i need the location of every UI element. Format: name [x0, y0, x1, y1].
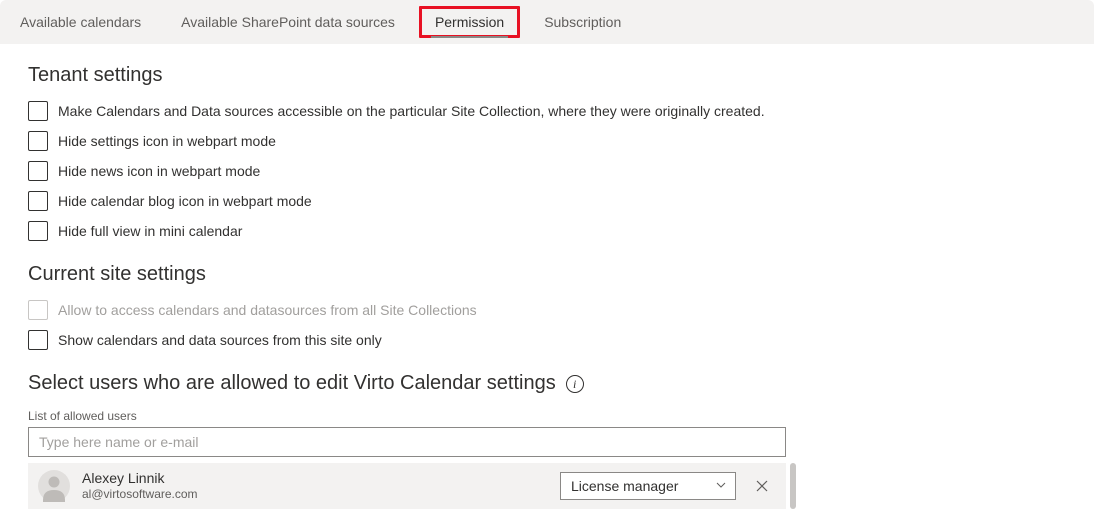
highlight-box	[419, 6, 520, 38]
editors-heading-text: Select users who are allowed to edit Vir…	[28, 372, 556, 395]
role-select[interactable]: License manager	[560, 472, 736, 500]
checkbox-row-hide-blog: Hide calendar blog icon in webpart mode	[28, 191, 1066, 211]
checkbox-hide-news[interactable]	[28, 161, 48, 181]
checkbox-row-hide-fullview: Hide full view in mini calendar	[28, 221, 1066, 241]
checkbox-row-allow-all: Allow to access calendars and datasource…	[28, 300, 1066, 320]
user-row: Alexey Linnik al@virtosoftware.com Licen…	[28, 463, 786, 509]
checkbox-row-this-site-only: Show calendars and data sources from thi…	[28, 330, 1066, 350]
checkbox-row-site-collection: Make Calendars and Data sources accessib…	[28, 101, 1066, 121]
info-icon[interactable]: i	[566, 375, 584, 393]
checkbox-hide-settings[interactable]	[28, 131, 48, 151]
checkbox-label: Hide calendar blog icon in webpart mode	[58, 193, 312, 209]
tab-bar: Available calendars Available SharePoint…	[0, 0, 1094, 44]
content-area: Tenant settings Make Calendars and Data …	[0, 44, 1094, 519]
editors-heading: Select users who are allowed to edit Vir…	[28, 372, 1066, 395]
tab-available-calendars[interactable]: Available calendars	[16, 4, 145, 40]
user-list: Alexey Linnik al@virtosoftware.com Licen…	[28, 463, 786, 509]
checkbox-row-hide-news: Hide news icon in webpart mode	[28, 161, 1066, 181]
checkbox-label: Make Calendars and Data sources accessib…	[58, 103, 765, 119]
tab-permission[interactable]: Permission	[431, 4, 508, 40]
role-value: License manager	[571, 478, 678, 494]
checkbox-label: Allow to access calendars and datasource…	[58, 302, 477, 318]
user-email: al@virtosoftware.com	[82, 487, 548, 503]
checkbox-label: Hide settings icon in webpart mode	[58, 133, 276, 149]
user-name: Alexey Linnik	[82, 469, 548, 487]
checkbox-row-hide-settings: Hide settings icon in webpart mode	[28, 131, 1066, 151]
avatar	[38, 470, 70, 502]
checkbox-site-collection[interactable]	[28, 101, 48, 121]
remove-user-button[interactable]	[748, 472, 776, 500]
tenant-settings-heading: Tenant settings	[28, 64, 1066, 87]
user-info: Alexey Linnik al@virtosoftware.com	[82, 469, 548, 503]
user-search-input[interactable]	[28, 427, 786, 457]
checkbox-label: Hide full view in mini calendar	[58, 223, 242, 239]
checkbox-hide-fullview[interactable]	[28, 221, 48, 241]
checkbox-this-site-only[interactable]	[28, 330, 48, 350]
chevron-down-icon	[715, 478, 727, 494]
tab-available-datasources[interactable]: Available SharePoint data sources	[177, 4, 399, 40]
checkbox-label: Hide news icon in webpart mode	[58, 163, 260, 179]
checkbox-allow-all	[28, 300, 48, 320]
current-site-settings-heading: Current site settings	[28, 263, 1066, 286]
person-icon	[38, 470, 70, 502]
tab-subscription[interactable]: Subscription	[540, 4, 625, 40]
close-icon	[756, 480, 768, 492]
allowed-users-label: List of allowed users	[28, 409, 1066, 423]
scrollbar[interactable]	[790, 463, 796, 509]
checkbox-label: Show calendars and data sources from thi…	[58, 332, 382, 348]
checkbox-hide-blog[interactable]	[28, 191, 48, 211]
